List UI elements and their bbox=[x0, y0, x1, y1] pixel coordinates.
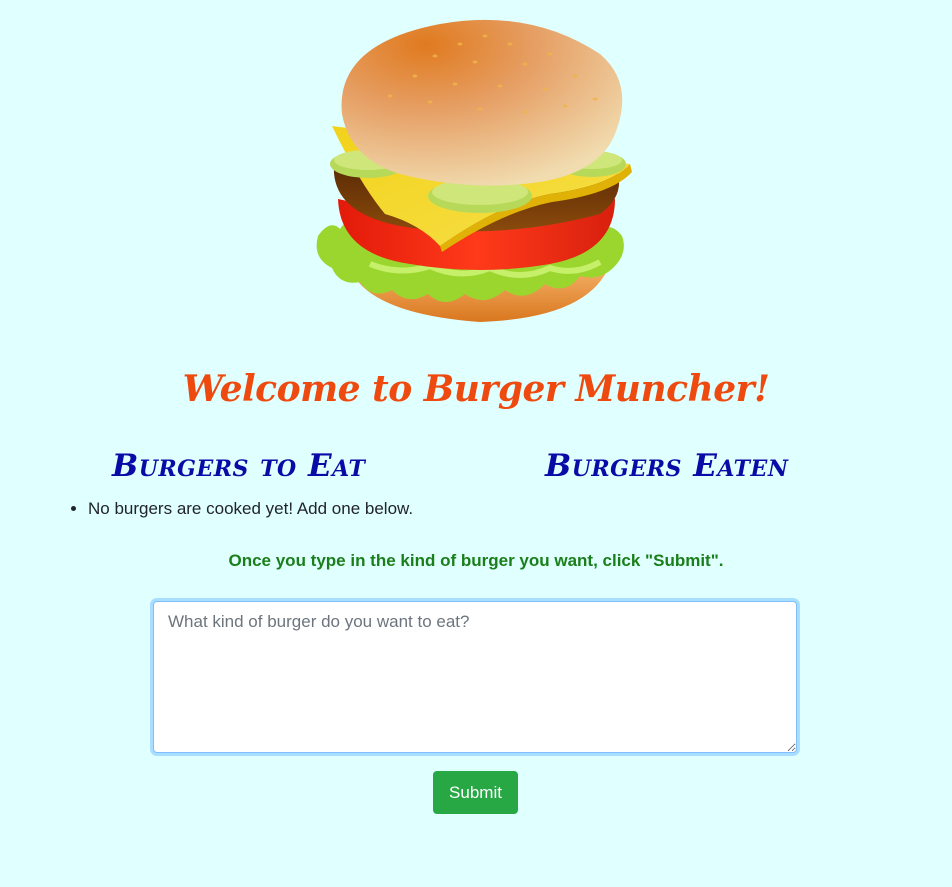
form-instructions: Once you type in the kind of burger you … bbox=[228, 551, 724, 570]
burgers-to-eat-heading: Burgers to Eat bbox=[112, 448, 366, 484]
hamburger-icon bbox=[310, 14, 640, 330]
burgers-eaten-heading: Burgers Eaten bbox=[545, 448, 789, 484]
list-item: No burgers are cooked yet! Add one below… bbox=[88, 497, 413, 521]
burgers-to-eat-list: No burgers are cooked yet! Add one below… bbox=[40, 497, 413, 521]
burger-name-input[interactable] bbox=[153, 601, 797, 753]
page-title: Welcome to Burger Muncher! bbox=[182, 368, 770, 410]
submit-button[interactable]: Submit bbox=[433, 771, 518, 814]
